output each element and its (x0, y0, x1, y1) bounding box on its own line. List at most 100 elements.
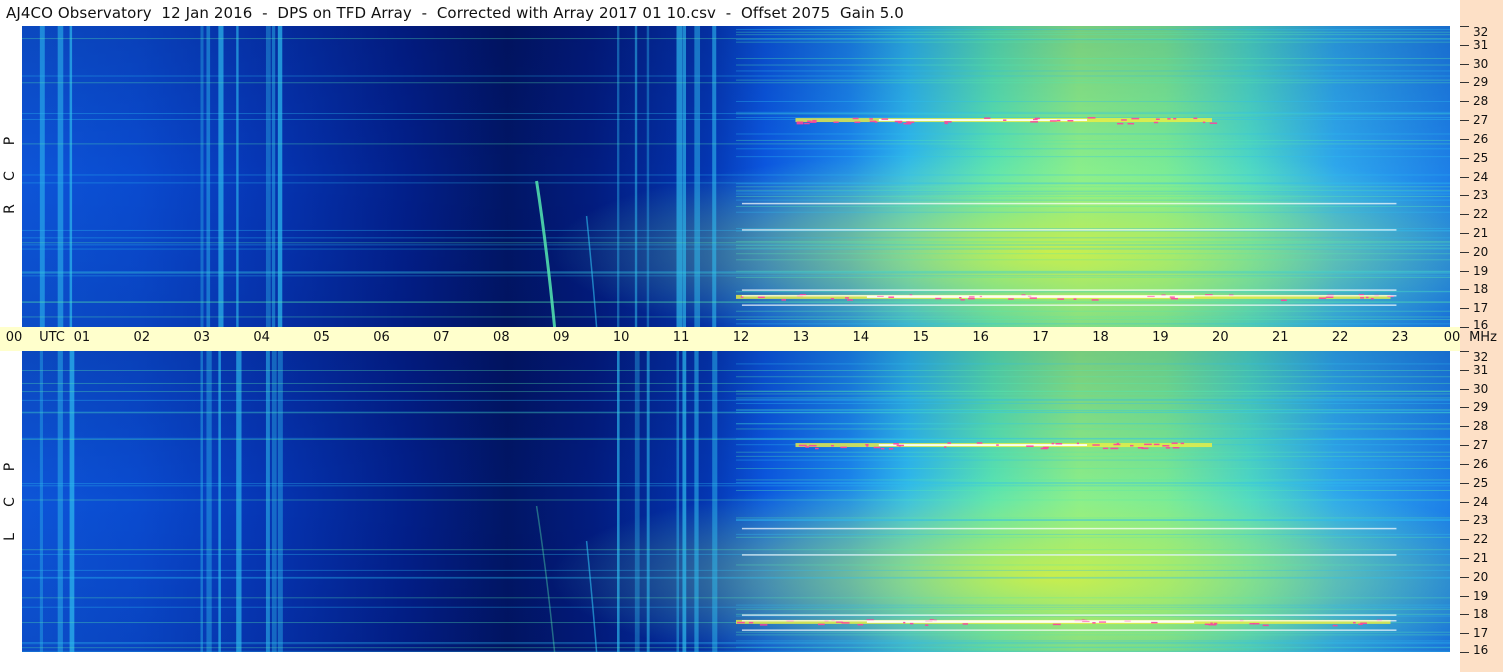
feature-speckle (1127, 122, 1135, 125)
band-line (22, 382, 1450, 384)
band-line (22, 549, 1450, 551)
freq-tick-mark (1460, 576, 1469, 578)
utc-tick-label: 07 (433, 330, 450, 345)
band-line (736, 459, 1450, 461)
freq-tick-label: 25 (1473, 475, 1489, 490)
feature-speckle (830, 444, 834, 447)
freq-tick-mark (1460, 557, 1469, 559)
band-line (22, 499, 1450, 501)
band-line (736, 423, 1450, 425)
feature-speckle (1055, 443, 1063, 445)
feature-speckle (748, 621, 754, 624)
band-line (736, 70, 1450, 72)
feature-speckle (869, 120, 877, 123)
band-line (736, 240, 1450, 242)
freq-tick-label: 24 (1473, 169, 1489, 184)
feature-speckle (869, 118, 873, 120)
band-line (22, 174, 1450, 176)
band-line (736, 438, 1450, 440)
band-line (22, 237, 1450, 239)
feature-speckle (852, 117, 859, 120)
freq-tick-label: 17 (1473, 626, 1489, 641)
interference-stripe (712, 26, 717, 327)
feature-speckle (841, 622, 850, 624)
interference-stripe (676, 26, 683, 327)
feature-speckle (944, 121, 952, 123)
band-line (736, 193, 1450, 195)
feature-speckle (1167, 118, 1171, 120)
freq-tick-mark (1460, 539, 1469, 541)
rcp-letter-p: P (2, 136, 18, 146)
freq-tick-label: 19 (1473, 588, 1489, 603)
freq-tick-mark (1460, 463, 1469, 465)
signal-line (741, 289, 1397, 291)
title-bar: AJ4CO Observatory 12 Jan 2016 - DPS on T… (0, 0, 1460, 26)
mhz-unit-label: MHz (1469, 330, 1497, 345)
band-line (736, 482, 1450, 484)
spectrogram-lcp (22, 351, 1450, 652)
band-line (736, 195, 1450, 197)
band-line (736, 253, 1450, 255)
band-line (22, 370, 1450, 372)
feature-speckle (1091, 299, 1099, 301)
band-line (736, 64, 1450, 66)
feature-speckle (1052, 623, 1061, 626)
band-line (736, 533, 1450, 535)
freq-tick-label: 25 (1473, 150, 1489, 165)
feature-speckle (1051, 442, 1055, 445)
band-line (736, 227, 1450, 229)
utc-tick-label: 19 (1152, 330, 1169, 345)
band-line (22, 38, 1450, 40)
band-line (22, 272, 1450, 274)
band-line (736, 319, 1450, 321)
band-line (22, 82, 1450, 84)
feature-speckle (944, 122, 948, 125)
interference-stripe (57, 26, 64, 327)
band-line (736, 640, 1450, 642)
feature-speckle (1365, 296, 1369, 299)
band-line (736, 409, 1450, 411)
feature-speckle (893, 443, 899, 445)
utc-tick-label: 13 (792, 330, 810, 345)
band-line (22, 569, 1450, 571)
freq-tick-label: 23 (1473, 513, 1489, 528)
band-line (736, 28, 1450, 30)
feature-speckle (817, 623, 825, 626)
signal-line (741, 202, 1397, 205)
utc-tick-label: 23 (1391, 330, 1409, 345)
band-line (736, 101, 1450, 103)
feature-speckle (840, 446, 847, 449)
feature-speckle (1280, 299, 1287, 302)
freq-tick-mark (1460, 501, 1469, 503)
feature-speckle (737, 621, 745, 624)
freq-tick-mark (1460, 120, 1469, 122)
freq-tick-mark (1460, 270, 1469, 272)
band-line (736, 376, 1450, 378)
feature-speckle (968, 297, 975, 300)
signal-line (741, 620, 1397, 622)
feature-speckle (1209, 122, 1218, 124)
feature-speckle (1067, 120, 1074, 122)
utc-tick-label: 22 (1331, 330, 1349, 345)
utc-unit-label: UTC (39, 330, 65, 345)
band-line (736, 323, 1450, 325)
band-line (736, 247, 1450, 249)
feature-speckle (808, 444, 817, 447)
interference-stripe (682, 26, 687, 327)
feature-speckle (1165, 447, 1171, 449)
freq-tick-mark (1460, 369, 1469, 371)
band-line (736, 139, 1450, 141)
utc-tick-label: 01 (73, 330, 91, 345)
utc-tick-label: 12 (732, 330, 750, 345)
band-line (22, 244, 1450, 246)
feature-speckle (944, 446, 947, 448)
feature-speckle (1370, 297, 1374, 300)
freq-tick-label: 21 (1473, 225, 1489, 240)
feature-speckle (1180, 442, 1185, 445)
feature-speckle (1332, 624, 1338, 627)
band-line (736, 259, 1450, 261)
band-line (736, 489, 1450, 491)
band-line (736, 34, 1450, 36)
freq-tick-label: 31 (1473, 362, 1489, 377)
feature-speckle (833, 121, 839, 123)
